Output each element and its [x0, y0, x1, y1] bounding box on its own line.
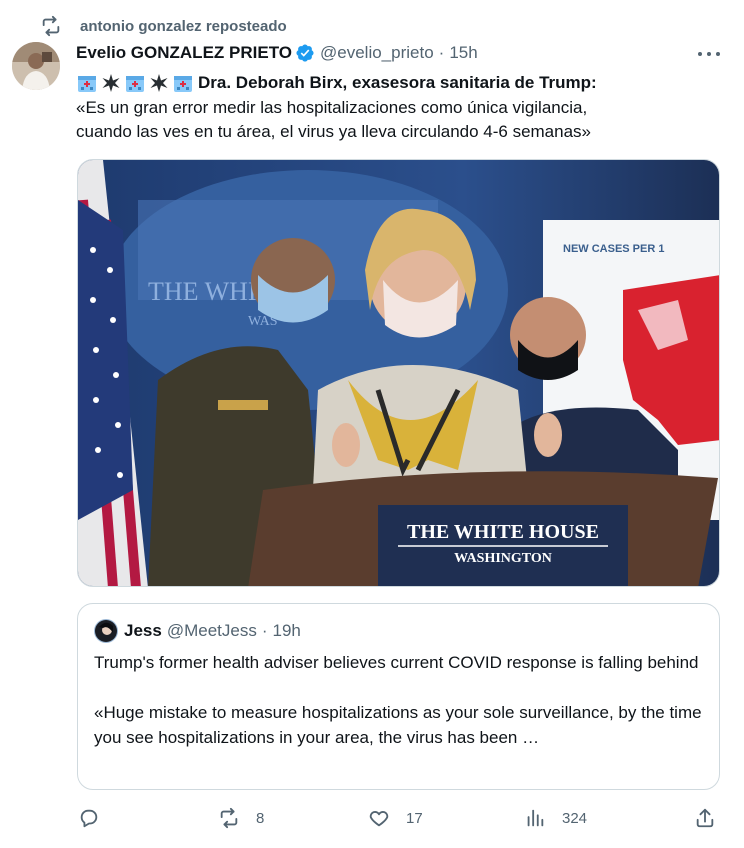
quoted-tweet-text: Trump's former health adviser believes c… [94, 650, 706, 775]
tweet-timestamp[interactable]: 15h [449, 43, 477, 63]
author-handle[interactable]: @evelio_prieto [320, 43, 434, 63]
separator-dot: · [438, 43, 445, 62]
repost-indicator[interactable]: antonio gonzalez reposteado [40, 14, 287, 38]
headline-text: Dra. Deborah Birx, exasesora sanitaria d… [198, 73, 597, 92]
more-options-icon[interactable] [698, 44, 720, 64]
tweet-photo[interactable]: THE WHITE HO WAS NEW CASES PER 1 THE WHI… [77, 159, 720, 587]
quoted-paragraph: «Huge mistake to measure hospitalization… [94, 703, 702, 747]
heart-icon [369, 811, 389, 827]
sparkle-emoji-icon [150, 74, 168, 92]
tweet-action-bar: 8 17 324 [76, 802, 720, 834]
author-avatar[interactable] [12, 42, 60, 90]
podium-text: WASHINGTON [454, 551, 552, 566]
quoted-author-handle[interactable]: @MeetJess [167, 621, 257, 641]
quoted-author-name[interactable]: Jess [124, 621, 162, 641]
separator-dot: · [261, 621, 268, 640]
quoted-author-avatar[interactable] [94, 619, 118, 643]
hospital-emoji-icon [126, 76, 144, 92]
share-button[interactable] [694, 802, 732, 834]
views-chart-icon [527, 809, 544, 827]
hospital-emoji-icon [174, 76, 192, 92]
verified-badge-icon [296, 44, 314, 62]
repost-count: 8 [256, 809, 265, 827]
quoted-tweet[interactable]: Jess @MeetJess · 19h Trump's former heal… [77, 603, 720, 790]
like-count: 17 [406, 809, 423, 827]
tweet-headline: Dra. Deborah Birx, exasesora sanitaria d… [76, 70, 597, 96]
tweet-header: Evelio GONZALEZ PRIETO @evelio_prieto · … [76, 41, 478, 65]
sparkle-emoji-icon [102, 74, 120, 92]
hospital-emoji-icon [78, 76, 96, 92]
repost-button[interactable]: 8 [218, 802, 264, 834]
views-count: 324 [562, 809, 588, 827]
repost-label: antonio gonzalez reposteado [80, 17, 287, 35]
quoted-paragraph: Trump's former health adviser believes c… [94, 653, 699, 672]
share-icon [696, 808, 714, 828]
tweet-body: «Es un gran error medir las hospitalizac… [76, 96, 726, 144]
reply-icon [80, 809, 98, 828]
tweet-body-line: cuando las ves en tu área, el virus ya l… [76, 122, 592, 141]
repost-icon [220, 807, 238, 829]
repost-icon [42, 15, 60, 37]
reply-button[interactable] [78, 802, 116, 834]
map-title: NEW CASES PER 1 [563, 243, 664, 255]
author-name[interactable]: Evelio GONZALEZ PRIETO [76, 43, 292, 63]
quoted-tweet-timestamp[interactable]: 19h [273, 621, 301, 641]
views-button[interactable]: 324 [524, 802, 587, 834]
podium-text: THE WHITE HOUSE [407, 521, 599, 543]
tweet-body-line: «Es un gran error medir las hospitalizac… [76, 98, 588, 117]
quoted-tweet-header: Jess @MeetJess · 19h [94, 618, 301, 644]
like-button[interactable]: 17 [368, 802, 423, 834]
